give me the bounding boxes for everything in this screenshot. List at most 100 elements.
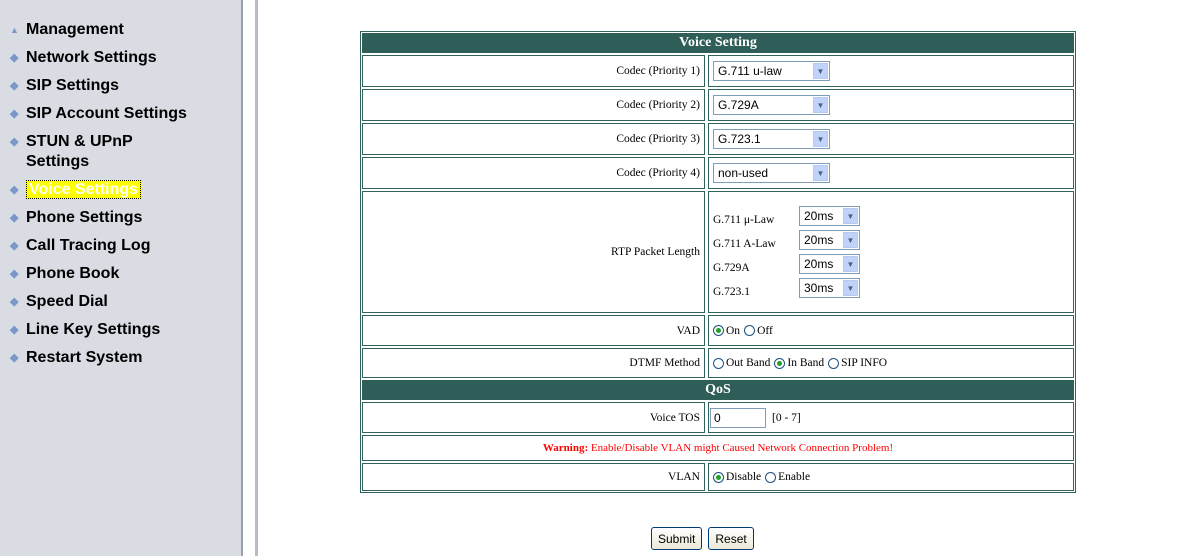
rtp-value: 30ms (804, 281, 834, 295)
vad-on-radio[interactable]: On (713, 325, 740, 337)
sidebar-item-voice-settings[interactable]: ◆ Voice Settings (10, 180, 241, 200)
vlan-cell: Disable Enable (708, 463, 1074, 491)
codec-priority-2-cell: G.729A ▼ (708, 89, 1074, 121)
voice-tos-row: Voice TOS [0 - 7] (361, 401, 1075, 434)
diamond-icon: ◆ (10, 80, 19, 92)
sidebar-item-network-settings[interactable]: ◆ Network Settings (10, 48, 241, 68)
codec-priority-2-select[interactable]: G.729A ▼ (713, 95, 830, 115)
radio-unselected-icon (828, 357, 840, 369)
sidebar-item-label: Management (26, 21, 124, 38)
rtp-g711-ulaw-select[interactable]: 20ms ▼ (799, 206, 860, 226)
sidebar-item-line-key-settings[interactable]: ◆ Line Key Settings (10, 320, 241, 340)
sidebar-item-label: Voice Settings (26, 180, 142, 199)
voice-setting-header: Voice Setting (361, 32, 1075, 54)
codec-priority-1-row: Codec (Priority 1) G.711 u-law ▼ (361, 54, 1075, 88)
rtp-g7231-select[interactable]: 30ms ▼ (799, 278, 860, 298)
sidebar-item-stun-upnp-settings[interactable]: ◆ STUN & UPnP Settings (10, 132, 241, 172)
chevron-down-icon: ▼ (813, 165, 828, 181)
chevron-down-icon: ▼ (843, 208, 858, 224)
radio-unselected-icon (713, 357, 724, 369)
vad-row: VAD On Off (361, 314, 1075, 347)
chevron-down-icon: ▼ (843, 280, 858, 296)
rtp-grid: G.711 μ-Law 20ms ▼ G.711 A-Law 20ms ▼ G.… (713, 202, 860, 302)
vlan-label: VLAN (362, 463, 705, 491)
sidebar-item-label: Phone Settings (26, 209, 143, 226)
sidebar-item-management[interactable]: ▲ Management (10, 20, 241, 40)
radio-selected-icon (713, 325, 724, 336)
vlan-enable-radio[interactable]: Enable (765, 471, 810, 483)
rtp-codec-label: G.711 μ-Law (713, 214, 775, 226)
warning-prefix: Warning: (542, 442, 589, 454)
vlan-warning-text: Warning: Enable/Disable VLAN might Cause… (543, 442, 893, 454)
qos-header: QoS (361, 379, 1075, 401)
voice-tos-range: [0 - 7] (772, 411, 801, 424)
codec-priority-1-select[interactable]: G.711 u-law ▼ (713, 61, 830, 81)
chevron-down-icon: ▼ (813, 97, 828, 113)
sidebar-item-restart-system[interactable]: ◆ Restart System (10, 348, 241, 368)
codec-priority-2-value: G.729A (718, 98, 759, 112)
diamond-icon: ◆ (10, 296, 19, 308)
voice-tos-cell: [0 - 7] (708, 402, 1074, 433)
sidebar-item-label: SIP Account Settings (26, 105, 187, 122)
radio-selected-icon (774, 357, 786, 369)
diamond-icon: ◆ (10, 324, 19, 336)
diamond-icon: ◆ (10, 108, 19, 120)
sidebar-item-label: Phone Book (26, 265, 120, 282)
vad-off-label: Off (757, 324, 773, 337)
vlan-disable-radio[interactable]: Disable (713, 471, 761, 483)
dtmf-out-band-radio[interactable]: Out Band (713, 357, 770, 369)
rtp-g711-alaw-select[interactable]: 20ms ▼ (799, 230, 860, 250)
sidebar-item-call-tracing-log[interactable]: ◆ Call Tracing Log (10, 236, 241, 256)
sidebar-item-label: Network Settings (26, 49, 157, 66)
dtmf-sip-info-radio[interactable]: SIP INFO (828, 357, 887, 369)
sidebar-item-label: Line Key Settings (26, 321, 161, 338)
diamond-icon: ◆ (10, 184, 19, 196)
dtmf-method-label: DTMF Method (362, 348, 705, 378)
dtmf-in-band-label: In Band (787, 357, 825, 369)
rtp-value: 20ms (804, 209, 834, 223)
sidebar-item-phone-book[interactable]: ◆ Phone Book (10, 264, 241, 284)
radio-selected-icon (713, 471, 724, 483)
vlan-enable-label: Enable (778, 471, 811, 483)
codec-priority-4-value: non-used (718, 166, 769, 180)
chevron-down-icon: ▼ (813, 63, 828, 79)
rtp-codec-label: G.723.1 (713, 286, 751, 298)
codec-priority-4-label: Codec (Priority 4) (362, 157, 705, 189)
voice-tos-input[interactable] (710, 407, 766, 428)
sidebar-item-label: Speed Dial (26, 293, 108, 310)
vad-cell: On Off (708, 315, 1074, 346)
voice-settings-panel: Voice Setting Codec (Priority 1) G.711 u… (360, 31, 1076, 493)
submit-button[interactable]: Submit (651, 527, 703, 550)
voice-tos-label: Voice TOS (362, 402, 705, 433)
reset-button[interactable]: Reset (708, 527, 754, 550)
vad-on-label: On (726, 324, 741, 337)
chevron-down-icon: ▼ (843, 256, 858, 272)
codec-priority-3-select[interactable]: G.723.1 ▼ (713, 129, 830, 149)
vlan-disable-label: Disable (726, 471, 762, 483)
sidebar-item-phone-settings[interactable]: ◆ Phone Settings (10, 208, 241, 228)
sidebar-item-label: Restart System (26, 349, 143, 366)
vad-off-radio[interactable]: Off (744, 325, 773, 337)
dtmf-in-band-radio[interactable]: In Band (774, 357, 824, 369)
diamond-icon: ◆ (10, 136, 19, 148)
sidebar-item-speed-dial[interactable]: ◆ Speed Dial (10, 292, 241, 312)
rtp-value: 20ms (804, 233, 834, 247)
diamond-icon: ◆ (10, 52, 19, 64)
rtp-value: 20ms (804, 257, 834, 271)
sidebar-nav: ▲ Management ◆ Network Settings ◆ SIP Se… (0, 0, 241, 368)
codec-priority-3-value: G.723.1 (718, 132, 761, 146)
vad-label: VAD (362, 315, 705, 346)
dtmf-out-band-label: Out Band (726, 357, 771, 369)
codec-priority-2-label: Codec (Priority 2) (362, 89, 705, 121)
diamond-icon: ◆ (10, 268, 19, 280)
codec-priority-3-cell: G.723.1 ▼ (708, 123, 1074, 155)
sidebar-item-sip-settings[interactable]: ◆ SIP Settings (10, 76, 241, 96)
codec-priority-3-row: Codec (Priority 3) G.723.1 ▼ (361, 122, 1075, 156)
form-buttons: Submit Reset (651, 527, 754, 550)
sidebar-item-sip-account-settings[interactable]: ◆ SIP Account Settings (10, 104, 241, 124)
radio-unselected-icon (765, 471, 777, 483)
diamond-icon: ◆ (10, 352, 19, 364)
dtmf-sip-info-label: SIP INFO (841, 357, 888, 369)
rtp-g729a-select[interactable]: 20ms ▼ (799, 254, 860, 274)
codec-priority-4-select[interactable]: non-used ▼ (713, 163, 830, 183)
